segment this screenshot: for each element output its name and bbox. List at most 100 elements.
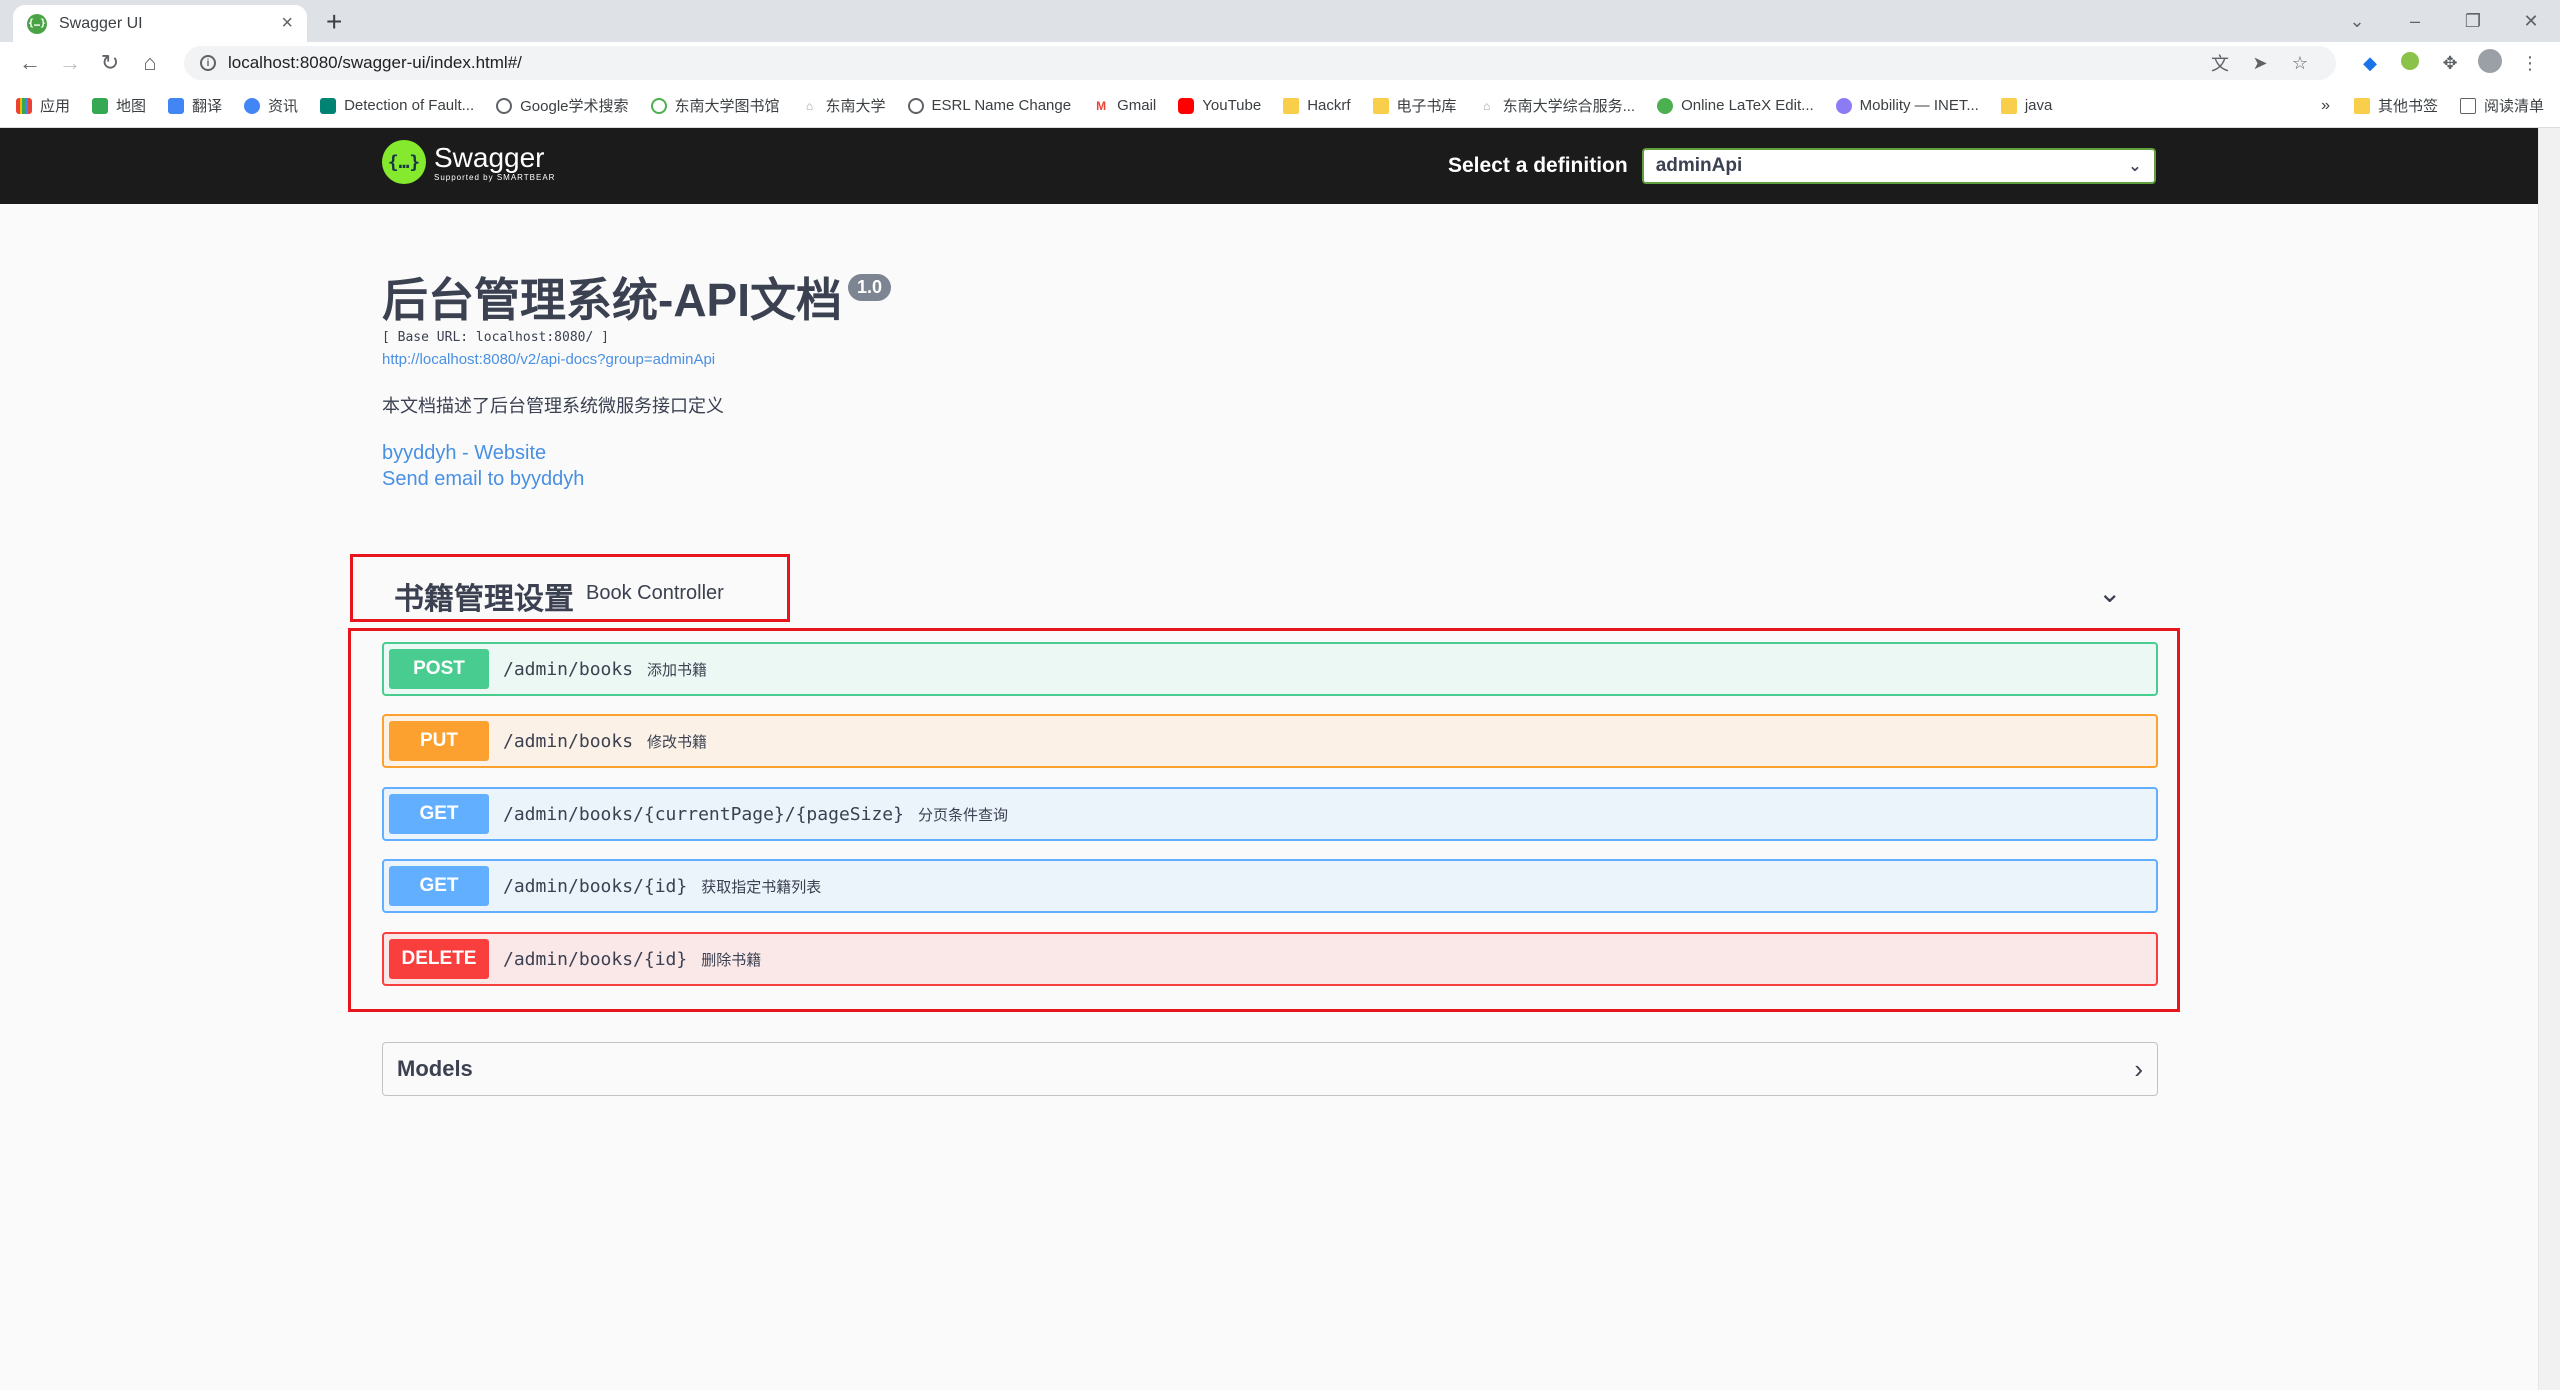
swagger-favicon-icon: {…}: [27, 13, 47, 34]
bookmark-library[interactable]: 东南大学图书馆: [650, 95, 780, 116]
operation-path: /admin/books/{id}: [503, 948, 688, 970]
apps-icon: [16, 97, 32, 114]
other-bookmarks[interactable]: 其他书签: [2353, 95, 2438, 116]
operation-path: /admin/books: [503, 730, 634, 752]
bookmark-apps[interactable]: 应用: [16, 95, 70, 116]
minimize-button[interactable]: –: [2386, 11, 2444, 32]
bookmark-translate[interactable]: 翻译: [168, 95, 222, 116]
more-bookmarks-button[interactable]: »: [2321, 97, 2330, 115]
bookmark-news[interactable]: 资讯: [244, 95, 298, 116]
bookmark-label: ESRL Name Change: [931, 97, 1072, 114]
tag-description: Book Controller: [586, 582, 724, 604]
bookmark-label: 东南大学图书馆: [674, 98, 780, 115]
models-title: Models: [397, 1056, 473, 1081]
back-button[interactable]: ←: [10, 50, 50, 76]
email-link[interactable]: Send email to byyddyh: [382, 466, 2162, 492]
operation-get-book-by-id[interactable]: GET /admin/books/{id} 获取指定书籍列表: [382, 859, 2158, 913]
forward-button[interactable]: →: [50, 50, 90, 76]
bookmark-esrl[interactable]: ESRL Name Change: [907, 97, 1072, 114]
bookmark-mobility[interactable]: Mobility — INET...: [1835, 97, 1979, 114]
restore-button[interactable]: ❐: [2444, 11, 2502, 32]
operation-put-books[interactable]: PUT /admin/books 修改书籍: [382, 714, 2158, 768]
operation-summary: 修改书籍: [647, 733, 708, 751]
new-tab-button[interactable]: +: [326, 6, 342, 38]
menu-kebab-icon[interactable]: ⋮: [2510, 53, 2550, 74]
definition-selector: Select a definition adminApi ⌄: [1448, 148, 2156, 184]
operation-summary: 添加书籍: [647, 661, 708, 679]
operation-post-books[interactable]: POST /admin/books 添加书籍: [382, 642, 2158, 696]
site-info-icon[interactable]: i: [200, 55, 216, 71]
bookmark-youtube[interactable]: YouTube: [1178, 97, 1261, 114]
bookmark-label: Detection of Fault...: [344, 97, 475, 114]
operation-summary: 获取指定书籍列表: [701, 878, 822, 896]
operation-delete-book[interactable]: DELETE /admin/books/{id} 删除书籍: [382, 932, 2158, 986]
bookmark-scholar[interactable]: Google学术搜索: [496, 95, 629, 116]
operation-path: /admin/books/{currentPage}/{pageSize}: [503, 803, 904, 825]
bookmark-label: java: [2024, 97, 2053, 114]
logo-sub: Supported by SMARTBEAR: [434, 172, 556, 182]
address-bar[interactable]: i localhost:8080/swagger-ui/index.html#/…: [184, 46, 2336, 80]
extension-scholar-icon[interactable]: ◆: [2350, 53, 2390, 74]
swagger-logo[interactable]: {…} Swagger Supported by SMARTBEAR: [382, 140, 555, 184]
operation-summary: 删除书籍: [701, 951, 762, 969]
bookmark-label: 资讯: [268, 98, 299, 115]
reading-list-icon: [2459, 97, 2476, 114]
scholar-icon: [496, 97, 513, 114]
home-button[interactable]: ⌂: [130, 50, 170, 76]
bookmarks-bar: 应用 地图 翻译 资讯 Detection of Fault... Google…: [0, 84, 2560, 128]
bookmark-detection[interactable]: Detection of Fault...: [320, 97, 474, 114]
bookmark-label: YouTube: [1202, 97, 1262, 114]
bookmark-label: 翻译: [192, 98, 223, 115]
reading-list[interactable]: 阅读清单: [2459, 95, 2544, 116]
models-section[interactable]: Models ›: [382, 1042, 2158, 1096]
tag-name[interactable]: 书籍管理设置: [394, 574, 574, 618]
mobility-icon: [1835, 97, 1852, 114]
profile-avatar[interactable]: [2470, 48, 2510, 78]
globe-icon: [907, 97, 924, 114]
extensions-puzzle-icon[interactable]: ✥: [2430, 53, 2470, 74]
translate-icon: [168, 97, 185, 114]
browser-tabstrip: {…} Swagger UI × + ⌄ – ❐ ✕: [0, 0, 2560, 42]
folder-icon: [2000, 97, 2017, 114]
send-icon[interactable]: ➤: [2240, 53, 2280, 74]
youtube-icon: [1178, 97, 1195, 114]
close-tab-icon[interactable]: ×: [281, 12, 293, 35]
definition-label: Select a definition: [1448, 154, 1628, 177]
bookmark-maps[interactable]: 地图: [92, 95, 146, 116]
operation-get-books-page[interactable]: GET /admin/books/{currentPage}/{pageSize…: [382, 787, 2158, 841]
reload-button[interactable]: ↻: [90, 50, 130, 76]
close-window-button[interactable]: ✕: [2502, 11, 2560, 32]
url-text[interactable]: localhost:8080/swagger-ui/index.html#/: [228, 53, 2200, 73]
api-docs-link[interactable]: http://localhost:8080/v2/api-docs?group=…: [382, 351, 2162, 368]
translate-icon[interactable]: 文: [2200, 50, 2240, 76]
api-description: 本文档描述了后台管理系统微服务接口定义: [382, 396, 724, 416]
bookmark-java[interactable]: java: [2000, 97, 2053, 114]
chevron-down-icon: ⌄: [2128, 158, 2142, 175]
bookmark-gmail[interactable]: M Gmail: [1093, 97, 1156, 114]
tag-collapse-chevron-icon[interactable]: ⌄: [2098, 576, 2121, 609]
extension-green-icon[interactable]: [2390, 51, 2430, 75]
browser-tab[interactable]: {…} Swagger UI ×: [13, 5, 307, 42]
operation-summary: 分页条件查询: [917, 806, 1008, 824]
bookmark-overleaf[interactable]: Online LaTeX Edit...: [1657, 97, 1814, 114]
bookmark-label: Google学术搜索: [520, 98, 629, 115]
bookmark-label: Gmail: [1117, 97, 1157, 114]
website-link[interactable]: byyddyh - Website: [382, 440, 2162, 466]
definition-dropdown[interactable]: adminApi ⌄: [1641, 148, 2156, 184]
bookmark-label: Hackrf: [1307, 97, 1351, 114]
bookmark-seu[interactable]: ⌂ 东南大学: [802, 95, 886, 116]
maps-icon: [92, 97, 109, 114]
swagger-topbar: {…} Swagger Supported by SMARTBEAR Selec…: [0, 128, 2538, 204]
tab-search-icon[interactable]: ⌄: [2328, 11, 2386, 32]
bookmark-star-icon[interactable]: ☆: [2280, 53, 2320, 74]
bookmark-hackrf[interactable]: Hackrf: [1283, 97, 1351, 114]
bookmark-ebooks[interactable]: 电子书库: [1372, 95, 1457, 116]
definition-value: adminApi: [1655, 155, 1743, 176]
home-icon: ⌂: [1482, 98, 1491, 113]
window-controls: ⌄ – ❐ ✕: [2328, 0, 2560, 42]
news-icon: [244, 97, 261, 114]
bookmark-seu-services[interactable]: ⌂ 东南大学综合服务...: [1479, 95, 1635, 116]
folder-icon: [2353, 97, 2370, 114]
page-scrollbar[interactable]: [2538, 128, 2560, 1390]
method-badge: GET: [389, 794, 489, 834]
